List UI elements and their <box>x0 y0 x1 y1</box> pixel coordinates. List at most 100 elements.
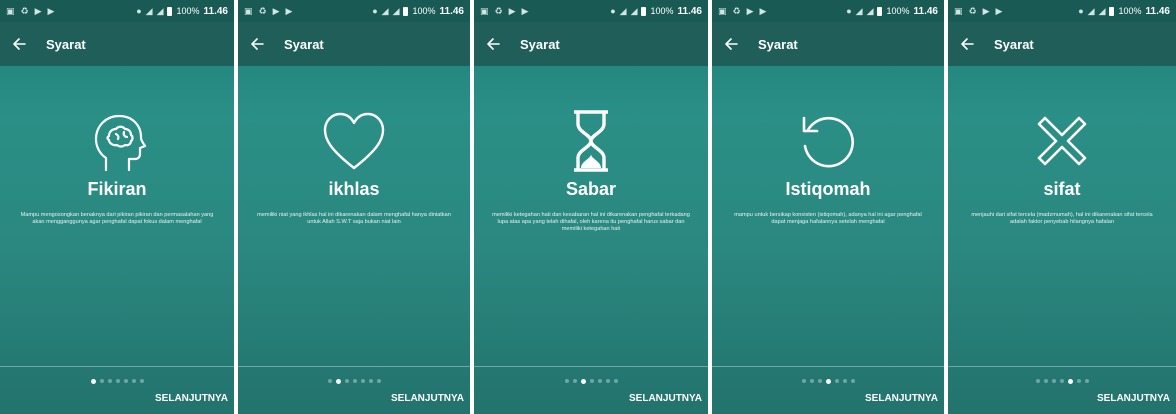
play-store-icon: ▶ <box>47 5 55 16</box>
battery-icon <box>167 6 173 16</box>
play-store-icon: ▶ <box>272 5 280 16</box>
battery-percent: 100% <box>650 6 674 16</box>
page-dot <box>1043 379 1048 383</box>
play-store-icon: ▶ <box>521 5 529 16</box>
page-dot-active <box>335 378 341 384</box>
gallery-icon: ▣ <box>480 5 489 16</box>
status-bar: ▣ ♻ ▶ ▶ ● ◢ ◢ 100% 11.46 <box>948 0 1176 22</box>
app-bar: Syarat <box>474 22 708 66</box>
alarm-icon: ● <box>136 5 142 16</box>
next-button[interactable]: SELANJUTNYA <box>155 388 228 408</box>
onboarding-slide: Sabar memiliki ketegahan hati dan kesaba… <box>474 66 708 366</box>
slide-description: memiliki niat yang ikhlas hal ini dikare… <box>257 212 451 226</box>
slide-description: menjauhi dari sifat tercela (madzmumah),… <box>971 212 1153 226</box>
footer-divider <box>948 366 1176 367</box>
play-store-icon: ▶ <box>982 5 990 16</box>
clock: 11.46 <box>677 5 702 17</box>
signal-icon: ◢ <box>619 5 627 16</box>
clock: 11.46 <box>439 5 464 17</box>
sync-icon: ♻ <box>732 5 741 16</box>
page-dot <box>834 379 839 383</box>
battery-icon <box>877 6 883 16</box>
clock: 11.46 <box>913 5 938 17</box>
alarm-icon: ● <box>372 5 378 16</box>
sync-icon: ♻ <box>968 5 977 16</box>
page-dot <box>1051 379 1056 383</box>
onboarding-slide: Fikiran Mampu mengosongkan benaknya dari… <box>0 66 234 366</box>
page-indicator <box>474 378 708 385</box>
footer-divider <box>238 366 470 367</box>
signal-icon: ◢ <box>381 5 389 16</box>
signal-icon: ◢ <box>392 5 400 16</box>
page-dot <box>115 379 120 383</box>
page-indicator <box>238 378 470 385</box>
slide-title: sifat <box>1043 179 1081 199</box>
status-bar: ▣ ♻ ▶ ▶ ● ◢ ◢ 100% 11.46 <box>712 0 944 22</box>
play-store-icon: ▶ <box>34 5 42 16</box>
alarm-icon: ● <box>846 5 852 16</box>
page-dot <box>850 379 855 383</box>
back-arrow-icon[interactable] <box>722 35 740 53</box>
system-indicators: ● ◢ ◢ 100% 11.46 <box>136 6 228 17</box>
page-dot <box>131 379 136 383</box>
play-store-icon: ▶ <box>995 5 1003 16</box>
app-bar: Syarat <box>0 22 234 66</box>
slide-description: memiliki ketegahan hati dan kesabaran ha… <box>492 212 690 233</box>
page-dot <box>1059 379 1064 383</box>
onboarding-slide: Istiqomah mampu untuk bersikap konsisten… <box>712 66 944 366</box>
page-dot <box>352 379 357 383</box>
page-dot <box>360 379 365 383</box>
signal-icon: ◢ <box>145 5 153 16</box>
footer-divider <box>712 366 944 367</box>
page-dot <box>572 379 577 383</box>
page-dot <box>376 379 381 383</box>
play-store-icon: ▶ <box>759 5 767 16</box>
battery-icon <box>1109 6 1115 16</box>
battery-percent: 100% <box>176 6 200 16</box>
battery-icon <box>641 6 647 16</box>
system-indicators: ● ◢ ◢ 100% 11.46 <box>610 6 702 17</box>
battery-percent: 100% <box>1118 6 1142 16</box>
page-dot <box>344 379 349 383</box>
page-title: Syarat <box>284 36 324 52</box>
next-button[interactable]: SELANJUTNYA <box>1097 388 1170 408</box>
back-arrow-icon[interactable] <box>484 35 502 53</box>
signal-icon: ◢ <box>1087 5 1095 16</box>
refresh-icon <box>791 104 865 178</box>
back-arrow-icon[interactable] <box>10 35 28 53</box>
system-indicators: ● ◢ ◢ 100% 11.46 <box>372 6 464 17</box>
notification-icons: ▣ ♻ ▶ ▶ <box>954 5 1003 16</box>
head-brain-icon <box>80 104 154 178</box>
sync-icon: ♻ <box>494 5 503 16</box>
page-dot <box>1084 379 1089 383</box>
page-title: Syarat <box>994 36 1034 52</box>
phone-screen-4: ▣ ♻ ▶ ▶ ● ◢ ◢ 100% 11.46 Syarat Istiqoma… <box>712 0 944 414</box>
app-bar: Syarat <box>712 22 944 66</box>
back-arrow-icon[interactable] <box>958 35 976 53</box>
next-button[interactable]: SELANJUTNYA <box>629 388 702 408</box>
gallery-icon: ▣ <box>6 5 15 16</box>
notification-icons: ▣ ♻ ▶ ▶ <box>6 5 55 16</box>
page-dot <box>589 379 594 383</box>
next-button[interactable]: SELANJUTNYA <box>391 388 464 408</box>
next-button[interactable]: SELANJUTNYA <box>865 388 938 408</box>
signal-icon: ◢ <box>156 5 164 16</box>
status-bar: ▣ ♻ ▶ ▶ ● ◢ ◢ 100% 11.46 <box>0 0 234 22</box>
page-dot <box>327 379 332 383</box>
page-title: Syarat <box>758 36 798 52</box>
slide-title: Fikiran <box>87 179 147 199</box>
back-arrow-icon[interactable] <box>248 35 266 53</box>
page-dot <box>1076 379 1081 383</box>
status-bar: ▣ ♻ ▶ ▶ ● ◢ ◢ 100% 11.46 <box>474 0 708 22</box>
onboarding-slide: ikhlas memiliki niat yang ikhlas hal ini… <box>238 66 470 366</box>
slide-description: mampu untuk bersikap konsisten (istiqoma… <box>734 212 922 226</box>
signal-icon: ◢ <box>1098 5 1106 16</box>
signal-icon: ◢ <box>855 5 863 16</box>
alarm-icon: ● <box>610 5 616 16</box>
page-dot <box>123 379 128 383</box>
page-dot <box>368 379 373 383</box>
gallery-icon: ▣ <box>718 5 727 16</box>
page-dot <box>613 379 618 383</box>
footer-divider <box>474 366 708 367</box>
footer-divider <box>0 366 234 367</box>
